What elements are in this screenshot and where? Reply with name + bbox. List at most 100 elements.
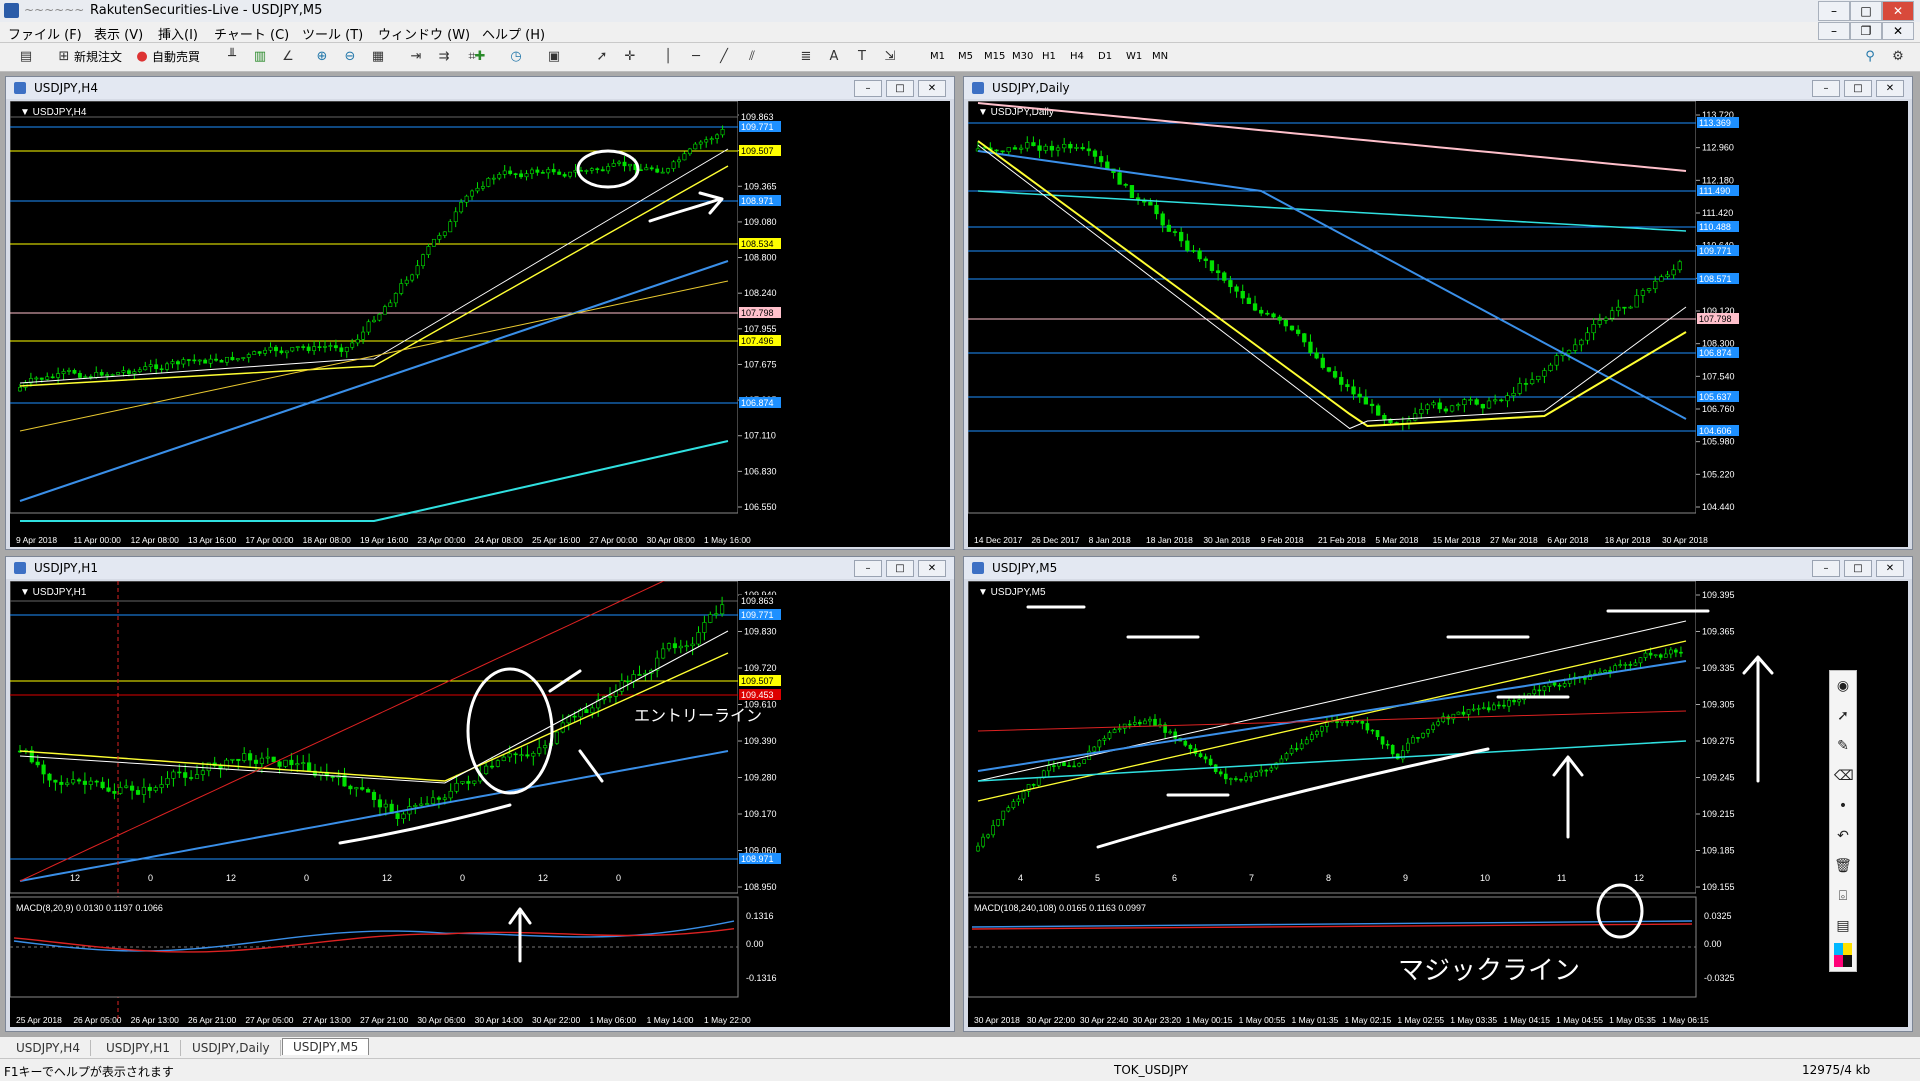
minimize-button[interactable]: – — [1818, 1, 1850, 21]
timeframe-m1[interactable]: M1 — [930, 49, 945, 65]
candle-body — [470, 190, 474, 197]
time-tick-label: 12 Apr 08:00 — [131, 535, 179, 545]
clipboard-icon[interactable]: ▤ — [1834, 917, 1852, 935]
chart-close-button[interactable]: ✕ — [918, 560, 946, 577]
price-tag-label: 108.534 — [741, 239, 774, 249]
chart-window-daily[interactable]: USDJPY,Daily – □ ✕ ▼ USDJPY,Daily 113.720… — [963, 76, 1913, 550]
mdi-restore-button[interactable]: ❐ — [1850, 22, 1882, 40]
periods-icon[interactable]: ◷ — [508, 49, 524, 65]
chart-close-button[interactable]: ✕ — [1876, 560, 1904, 577]
chart-minimize-button[interactable]: – — [854, 80, 882, 97]
timeframe-m15[interactable]: M15 — [984, 49, 1005, 65]
chart-minimize-button[interactable]: – — [1812, 560, 1840, 577]
tab-usdjpy-h4[interactable]: USDJPY,H4 — [6, 1040, 91, 1056]
chart-h1[interactable]: ▼ USDJPY,H1109.940109.830109.720109.6101… — [10, 581, 950, 1027]
search-icon[interactable]: ⚲ — [1862, 49, 1878, 65]
timeframe-m5[interactable]: M5 — [958, 49, 973, 65]
indicators-icon[interactable]: ✚ — [472, 49, 488, 65]
timeframe-d1[interactable]: D1 — [1098, 49, 1112, 65]
close-button[interactable]: ✕ — [1882, 1, 1914, 21]
menu-file[interactable]: ファイル (F) — [8, 24, 82, 43]
templates-icon[interactable]: ▣ — [546, 49, 562, 65]
color-palette-icon[interactable] — [1834, 943, 1852, 955]
tab-usdjpy-h1[interactable]: USDJPY,H1 — [96, 1040, 181, 1056]
eraser-icon[interactable]: ⌫ — [1834, 767, 1854, 785]
timeframe-mn[interactable]: MN — [1152, 49, 1168, 65]
chart-m5[interactable]: ▼ USDJPY,M5 109.395 109.365 109.335 109.305 1… — [968, 581, 1908, 1027]
auto-trade-icon[interactable]: ● — [134, 49, 150, 65]
menu-insert[interactable]: 挿入(I) — [158, 24, 198, 43]
new-order-button[interactable]: 新規注文 — [74, 48, 122, 66]
menu-tools[interactable]: ツール (T) — [302, 24, 363, 43]
chart-close-button[interactable]: ✕ — [918, 80, 946, 97]
chart-maximize-button[interactable]: □ — [886, 80, 914, 97]
vertical-line-icon[interactable]: │ — [660, 49, 676, 65]
line-chart-icon[interactable]: ∠ — [280, 49, 296, 65]
cursor-icon[interactable]: ➚ — [594, 49, 610, 65]
candle-body — [277, 761, 282, 767]
eye-icon[interactable]: ◉ — [1834, 677, 1852, 695]
text-label-icon[interactable]: T — [854, 49, 870, 65]
menu-view[interactable]: 表示 (V) — [94, 24, 143, 43]
chart-maximize-button[interactable]: □ — [1844, 80, 1872, 97]
fibonacci-icon[interactable]: ≣ — [798, 49, 814, 65]
mdi-minimize-button[interactable]: – — [1818, 22, 1850, 40]
dot-icon[interactable]: • — [1834, 797, 1852, 815]
timeframe-w1[interactable]: W1 — [1126, 49, 1142, 65]
chart-shift-icon[interactable]: ⇥ — [408, 49, 424, 65]
trash-icon[interactable]: 🗑 — [1834, 857, 1852, 875]
tab-usdjpy-daily[interactable]: USDJPY,Daily — [182, 1040, 281, 1056]
chart-minimize-button[interactable]: – — [854, 560, 882, 577]
candlestick-icon[interactable]: ▥ — [252, 49, 268, 65]
horizontal-line-icon[interactable]: ─ — [688, 49, 704, 65]
menu-window[interactable]: ウィンドウ (W) — [378, 24, 470, 43]
candle-body — [106, 787, 111, 792]
mdi-close-button[interactable]: ✕ — [1882, 22, 1914, 40]
candle-body — [248, 753, 253, 761]
crosshair-icon[interactable]: ✛ — [622, 49, 638, 65]
auto-trade-button[interactable]: 自動売買 — [152, 48, 200, 66]
camera-icon[interactable]: ⌻ — [1834, 887, 1852, 905]
text-icon[interactable]: A — [826, 49, 842, 65]
tile-windows-icon[interactable]: ▦ — [370, 49, 386, 65]
chart-window-h4[interactable]: USDJPY,H4 – □ ✕ ▼ USDJPY,H4109.925109.64… — [5, 76, 955, 550]
price-tag-label: 110.488 — [1699, 222, 1731, 232]
chart-h4[interactable]: ▼ USDJPY,H4109.925109.645109.365109.0801… — [10, 101, 950, 547]
chart-minimize-button[interactable]: – — [1812, 80, 1840, 97]
new-order-icon[interactable]: ⊞ — [56, 49, 72, 65]
undo-icon[interactable]: ↶ — [1834, 827, 1852, 845]
zoom-in-icon[interactable]: ⊕ — [314, 49, 330, 65]
bar-chart-icon[interactable]: ╨ — [224, 49, 240, 65]
candle-body — [1031, 142, 1036, 147]
timeframe-h1[interactable]: H1 — [1042, 49, 1056, 65]
market-watch-icon[interactable]: ▤ — [18, 49, 34, 65]
candle-body — [1264, 769, 1269, 772]
chart-maximize-button[interactable]: □ — [886, 560, 914, 577]
settings-icon[interactable]: ⚙ — [1890, 49, 1906, 65]
autoscroll-icon[interactable]: ⇉ — [436, 49, 452, 65]
color-palette-icon[interactable] — [1834, 955, 1852, 967]
chart-window-h1[interactable]: USDJPY,H1 – □ ✕ ▼ USDJPY,H1109.940109.83… — [5, 556, 955, 1032]
candle-body — [519, 173, 523, 178]
candle-body — [1474, 399, 1479, 405]
zoom-out-icon[interactable]: ⊖ — [342, 49, 358, 65]
menu-help[interactable]: ヘルプ (H) — [482, 24, 545, 43]
candle-body — [1376, 405, 1381, 416]
channel-icon[interactable]: ⫽ — [744, 49, 760, 65]
marker-icon[interactable]: ✎ — [1834, 737, 1852, 755]
period-label: 0 — [460, 873, 465, 883]
candle-body — [460, 781, 465, 784]
maximize-button[interactable]: □ — [1850, 1, 1882, 21]
timeframe-h4[interactable]: H4 — [1070, 49, 1084, 65]
chart-daily[interactable]: ▼ USDJPY,Daily 113.720112.960112.180111.4… — [968, 101, 1908, 547]
arrows-icon[interactable]: ⇲ — [882, 49, 898, 65]
menu-chart[interactable]: チャート (C) — [214, 24, 289, 43]
chart-maximize-button[interactable]: □ — [1844, 560, 1872, 577]
candle-body — [486, 178, 491, 187]
tab-usdjpy-m5[interactable]: USDJPY,M5 — [282, 1038, 370, 1055]
chart-close-button[interactable]: ✕ — [1876, 80, 1904, 97]
chart-window-m5[interactable]: USDJPY,M5 – □ ✕ ▼ USDJPY,M5 109.395 109.36… — [963, 556, 1913, 1032]
trendline-icon[interactable]: ╱ — [716, 49, 732, 65]
timeframe-m30[interactable]: M30 — [1012, 49, 1033, 65]
pointer-icon[interactable]: ➚ — [1834, 707, 1852, 725]
